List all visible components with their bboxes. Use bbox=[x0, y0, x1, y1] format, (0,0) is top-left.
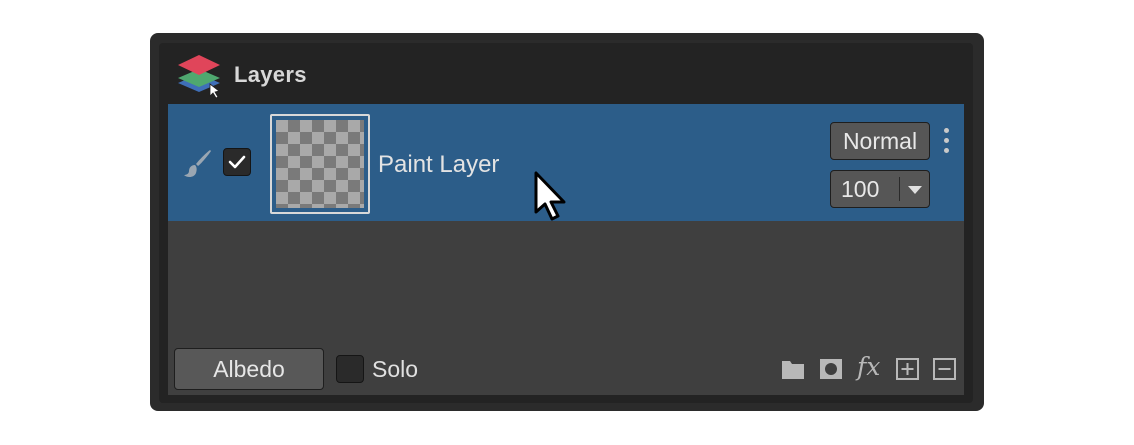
fx-icon[interactable]: fx bbox=[857, 352, 880, 381]
transparency-checkerboard bbox=[276, 120, 364, 208]
chevron-down-icon bbox=[908, 186, 922, 194]
channel-button[interactable]: Albedo bbox=[174, 348, 324, 390]
opacity-dropdown[interactable]: 100 bbox=[830, 170, 930, 208]
paint-brush-icon bbox=[184, 150, 211, 178]
mouse-cursor-icon bbox=[534, 171, 566, 221]
more-options-icon[interactable] bbox=[940, 128, 952, 154]
panel-title: Layers bbox=[234, 62, 307, 87]
remove-layer-icon[interactable] bbox=[932, 356, 958, 382]
layer-thumbnail[interactable] bbox=[270, 114, 370, 214]
layer-visibility-checkbox[interactable] bbox=[223, 148, 251, 176]
opacity-value: 100 bbox=[841, 176, 880, 202]
blend-mode-button[interactable]: Normal bbox=[830, 122, 930, 160]
checkmark-icon bbox=[228, 155, 246, 169]
solo-checkbox[interactable] bbox=[336, 355, 364, 383]
layers-stack-icon bbox=[178, 55, 220, 98]
mask-icon[interactable] bbox=[818, 356, 844, 382]
folder-icon[interactable] bbox=[780, 356, 806, 382]
solo-label: Solo bbox=[372, 356, 419, 382]
add-layer-icon[interactable] bbox=[895, 356, 921, 382]
opacity-divider bbox=[899, 177, 900, 201]
layer-name: Paint Layer bbox=[378, 151, 500, 178]
